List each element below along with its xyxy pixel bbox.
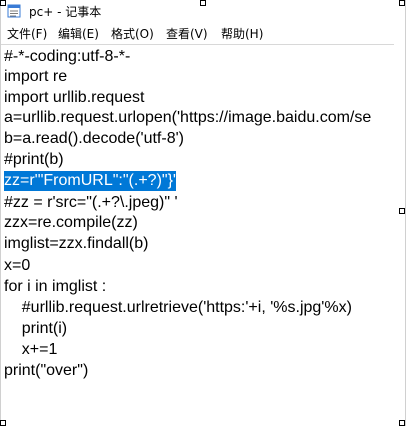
resize-handle-top-left[interactable]: [0, 0, 6, 6]
menu-edit[interactable]: 编辑(E): [58, 26, 99, 42]
code-line[interactable]: imglist=zzx.findall(b): [4, 234, 148, 254]
menu-view[interactable]: 查看(V): [166, 26, 208, 42]
menu-file[interactable]: 文件(F): [7, 26, 47, 42]
code-line[interactable]: #zz = r'src="(.+?\.jpeg)" ': [4, 193, 178, 213]
notepad-window: pc+ - 记事本 文件(F) 编辑(E) 格式(O) 查看(V) 帮助(H) …: [0, 0, 406, 427]
code-line[interactable]: b=a.read().decode('utf-8'): [4, 129, 184, 149]
text-editor-area[interactable]: #-*-coding:utf-8-*- import re import url…: [1, 44, 394, 427]
notepad-app-icon: [7, 4, 21, 18]
menu-format[interactable]: 格式(O): [111, 26, 154, 42]
menu-help[interactable]: 帮助(H): [221, 26, 263, 42]
code-line[interactable]: print(i): [4, 319, 67, 339]
menu-bar: 文件(F) 编辑(E) 格式(O) 查看(V) 帮助(H): [1, 24, 405, 44]
resize-handle-top[interactable]: [200, 0, 206, 6]
selected-code-line[interactable]: zz=r'"FromURL":"(.+?)"}': [4, 171, 176, 191]
code-line[interactable]: import re: [4, 67, 67, 87]
code-line[interactable]: x+=1: [4, 340, 58, 360]
code-line[interactable]: #urllib.request.urlretrieve('https:'+i, …: [4, 298, 352, 318]
code-line[interactable]: a=urllib.request.urlopen('https://image.…: [4, 108, 371, 128]
code-line[interactable]: zzx=re.compile(zz): [4, 213, 138, 233]
resize-handle-bottom-right[interactable]: [399, 420, 405, 426]
resize-handle-top-right[interactable]: [399, 0, 405, 6]
resize-handle-right[interactable]: [399, 208, 405, 214]
code-line[interactable]: print("over"): [4, 361, 88, 381]
window-title: pc+ - 记事本: [29, 5, 102, 19]
code-line[interactable]: #-*-coding:utf-8-*-: [4, 47, 130, 67]
vertical-scrollbar[interactable]: [394, 44, 405, 426]
code-line[interactable]: x=0: [4, 256, 30, 276]
code-line[interactable]: import urllib.request: [4, 88, 145, 108]
code-line[interactable]: for i in imglist :: [4, 277, 106, 297]
resize-handle-bottom-left[interactable]: [0, 420, 6, 426]
code-line[interactable]: #print(b): [4, 150, 64, 170]
